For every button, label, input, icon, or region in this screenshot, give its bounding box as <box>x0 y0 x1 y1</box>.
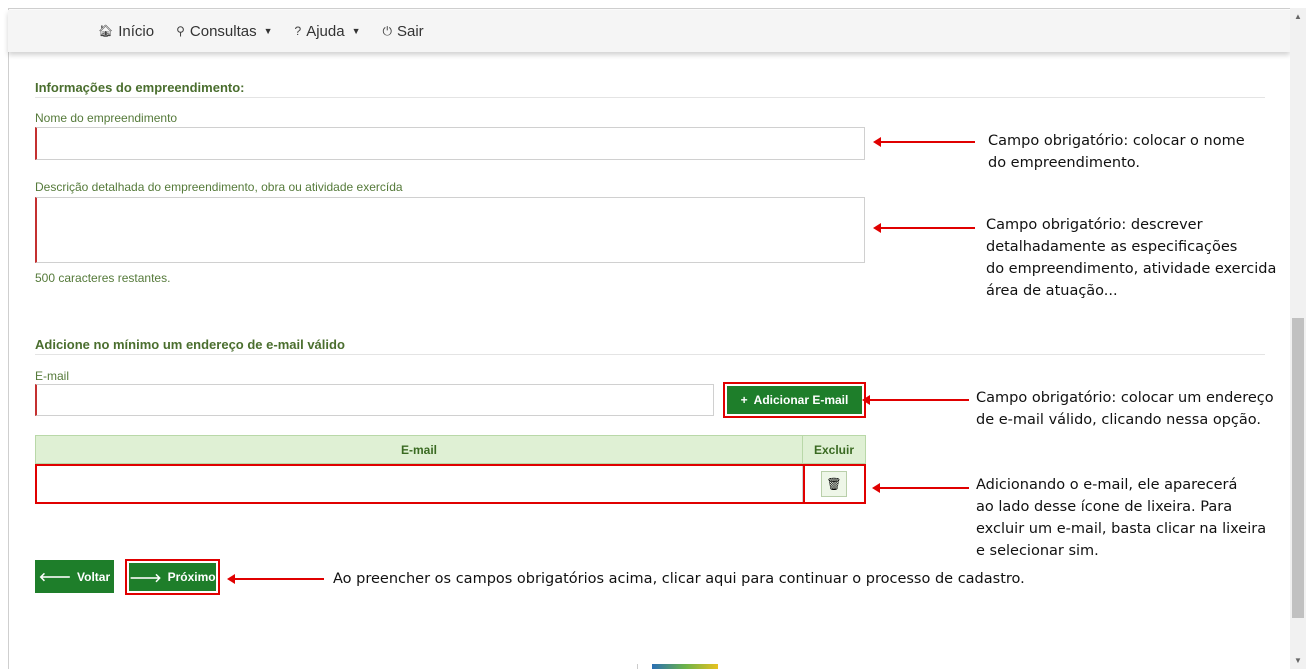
back-button-label: Voltar <box>77 569 111 584</box>
section-title-email: Adicione no mínimo um endereço de e-mail… <box>35 337 345 352</box>
caret-down-icon: ▼ <box>351 26 361 36</box>
divider <box>35 354 1265 355</box>
arrow-right-icon: 🡒 <box>129 570 162 585</box>
divider <box>35 97 1265 98</box>
footer-divider <box>637 664 638 669</box>
search-icon: ⚲ <box>176 24 185 38</box>
plus-icon: + <box>740 393 748 407</box>
section-title-info: Informações do empreendimento: <box>35 80 245 95</box>
annotation-email-note: Campo obrigatório: colocar um endereço d… <box>976 390 1274 428</box>
scroll-down-icon[interactable]: ▼ <box>1294 656 1302 665</box>
add-email-button-label: Adicionar E-mail <box>753 393 849 407</box>
nav-item-label: Consultas <box>189 22 257 40</box>
next-button[interactable]: 🡒 Próximo <box>129 563 216 591</box>
annotation-description-note: Campo obrigatório: descrever detalhadame… <box>986 217 1277 299</box>
column-header-email: E-mail <box>34 435 804 464</box>
description-field-label: Descrição detalhada do empreendimento, o… <box>35 180 403 194</box>
email-input[interactable] <box>35 384 714 416</box>
nav-item-consultas[interactable]: ⚲ Consultas ▼ <box>176 23 272 40</box>
nav-item-sair[interactable]: ⏻ Sair <box>383 23 424 40</box>
scrollbar-thumb[interactable] <box>1292 318 1304 618</box>
footer-logo <box>652 664 718 669</box>
annotation-next-note: Ao preencher os campos obrigatórios acim… <box>333 571 1025 587</box>
email-field-label: E-mail <box>35 369 70 383</box>
arrow-left-icon: 🡐 <box>38 570 72 584</box>
name-field-label: Nome do empreendimento <box>35 111 178 125</box>
nav-item-inicio[interactable]: 🏠︎ Início <box>98 23 154 40</box>
nav-item-ajuda[interactable]: ? Ajuda ▼ <box>295 23 361 40</box>
nav-item-label: Sair <box>397 22 424 40</box>
vertical-scrollbar[interactable]: ▲ ▼ <box>1290 8 1306 669</box>
annotation-arrow <box>862 395 969 405</box>
annotation-trash-note: Adicionando o e-mail, ele aparecerá ao l… <box>976 477 1267 559</box>
nav-item-label: Início <box>118 22 155 40</box>
home-icon: 🏠︎ <box>98 24 114 38</box>
character-counter: 500 caracteres restantes. <box>35 271 171 285</box>
column-header-excluir: Excluir <box>802 435 866 464</box>
annotation-arrow <box>873 223 975 233</box>
empreendimento-name-input[interactable] <box>35 127 865 160</box>
next-button-label: Próximo <box>167 570 216 584</box>
back-button[interactable]: 🡐 Voltar <box>35 560 114 593</box>
scroll-up-icon[interactable]: ▲ <box>1294 12 1302 21</box>
nav-item-label: Ajuda <box>306 22 345 40</box>
highlight-box <box>35 464 805 504</box>
add-email-button[interactable]: + Adicionar E-mail <box>727 386 862 414</box>
power-icon: ⏻ <box>382 23 393 38</box>
annotation-arrow <box>227 574 324 584</box>
annotation-arrow <box>872 483 969 493</box>
annotation-name-note: Campo obrigatório: colocar o nome do emp… <box>988 133 1245 171</box>
help-icon: ? <box>294 24 302 38</box>
description-textarea[interactable] <box>35 197 865 263</box>
top-navbar: 🏠︎ Início ⚲ Consultas ▼ ? Ajuda ▼ ⏻ Sair <box>8 10 1290 52</box>
caret-down-icon: ▼ <box>263 26 273 36</box>
highlight-box <box>803 464 866 504</box>
annotation-arrow <box>873 137 975 147</box>
